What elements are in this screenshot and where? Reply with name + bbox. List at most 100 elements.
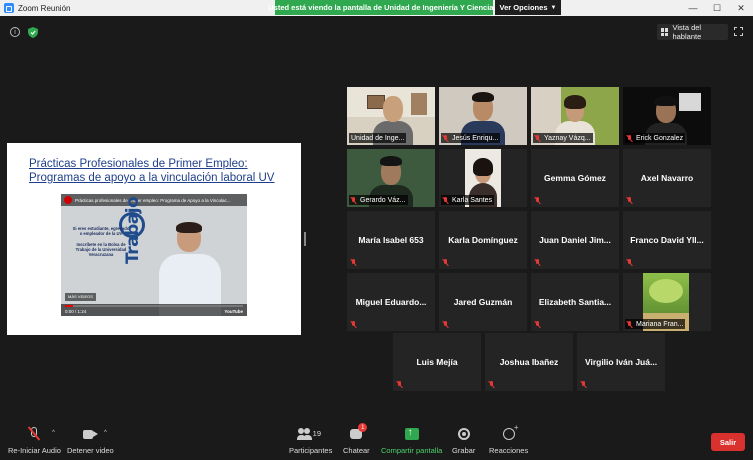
stop-video-label: Detener video [67,446,114,455]
speaker-view-button[interactable]: Vista del hablante [657,23,728,41]
participant-tile[interactable]: Juan Daniel Jim... [531,211,619,269]
participant-name: Mariana Fran... [625,319,686,329]
chat-unread-badge: 1 [358,423,368,432]
shared-screen: Prácticas Profesionales de Primer Empleo… [7,143,301,335]
share-screen-button[interactable]: Compartir pantalla [381,427,442,455]
participant-name: Unidad de Inge... [349,133,407,143]
mic-muted-icon [627,134,633,142]
splitter-handle[interactable] [304,232,306,246]
maximize-button[interactable]: ☐ [705,0,729,16]
video-presenter [159,222,221,316]
video-text-1: Si eres estudiante, egresado o empleador… [72,226,130,236]
youtube-logo[interactable]: YouTube [224,309,243,314]
slide-title[interactable]: Prácticas Profesionales de Primer Empleo… [29,157,289,185]
channel-icon [64,196,72,204]
participant-name: Jared Guzmán [453,297,513,307]
leave-button[interactable]: Salir [711,433,745,451]
participant-name: Miguel Eduardo... [355,297,427,307]
participants-icon: 19 [296,427,326,442]
video-controls[interactable]: 0:00 / 1:24 YouTube [61,304,247,316]
restart-audio-label: Re-Iniciar Audio [8,446,61,455]
slide-title-line2: Programas de apoyo a la vinculación labo… [29,172,275,184]
participant-tile[interactable]: Mariana Fran... [623,273,711,331]
mic-muted-icon [443,259,449,266]
participant-name: Erick Gonzalez [625,133,686,143]
window-controls: — ☐ ✕ [681,0,753,16]
participant-tile[interactable]: Joshua Ibañez [485,333,573,391]
participant-tile[interactable]: Jesús Enriqu... [439,87,527,145]
reactions-button[interactable]: Reacciones [489,423,529,455]
reactions-icon [501,423,519,442]
record-icon [456,427,472,442]
mic-muted-icon [397,381,403,388]
video-options-caret[interactable]: ^ [104,430,107,436]
fullscreen-icon[interactable] [734,27,743,36]
participant-name: Gemma Gómez [544,173,606,183]
more-videos-chip[interactable]: MÁS VIDEOS [65,293,96,301]
participants-button[interactable]: 19 Participantes [289,427,332,455]
participants-label: Participantes [289,446,333,455]
participant-name: Karla Domínguez [448,235,518,245]
minimize-button[interactable]: — [681,0,705,16]
participant-tile[interactable]: Franco David Yll... [623,211,711,269]
shield-icon[interactable] [28,27,38,38]
info-icon[interactable]: i [10,27,20,37]
participants-count: 19 [312,429,322,438]
record-button[interactable]: Grabar [452,427,475,455]
mic-muted-icon [535,134,541,142]
audio-options-caret[interactable]: ^ [52,430,55,436]
video-text-2: Inscríbete en la Bolsa de Trabajo de la … [75,242,127,257]
mic-muted-icon [443,196,449,204]
participant-tile[interactable]: Luis Mejía [393,333,481,391]
mic-muted-icon [581,381,587,388]
participant-name: Axel Navarro [640,173,694,183]
video-time: 0:00 / 1:24 [65,309,87,314]
video-text-block: Si eres estudiante, egresado o empleador… [71,226,131,257]
embedded-video[interactable]: Prácticas profesionales de primer empleo… [61,194,247,316]
grid-view-icon [661,28,669,36]
participant-name: Yaznay Vázq... [533,133,593,143]
window-title: Zoom Reunión [18,3,71,13]
mic-muted-icon [535,259,541,266]
chat-icon: 1 [348,423,368,442]
zoom-app-icon [4,3,14,13]
share-banner: Usted está viendo la pantalla de Unidad … [268,0,500,15]
participant-tile[interactable]: Elizabeth Santia... [531,273,619,331]
participant-tile[interactable]: Virgilio Iván Juá... [577,333,665,391]
reactions-label: Reacciones [489,446,529,455]
chevron-down-icon: ▼ [550,4,557,11]
participant-name: Luis Mejía [416,357,458,367]
participant-tile[interactable]: Erick Gonzalez [623,87,711,145]
share-screen-label: Compartir pantalla [381,446,443,455]
share-screen-icon [404,427,420,442]
participant-tile[interactable]: Unidad de Inge... [347,87,435,145]
view-options-button[interactable]: Ver Opciones ▼ [495,0,561,15]
participant-tile[interactable]: Gerardo Váz... [347,149,435,207]
participant-name: Karla Santes [441,195,495,205]
participant-tile[interactable]: Miguel Eduardo... [347,273,435,331]
mic-muted-icon [489,381,495,388]
mic-muted-icon [627,197,633,204]
mic-muted-icon [443,134,449,142]
participant-name: Elizabeth Santia... [538,297,612,307]
participant-tile[interactable]: María Isabel 653 [347,211,435,269]
participant-tile[interactable]: Axel Navarro [623,149,711,207]
mic-muted-icon [351,259,357,266]
chat-button[interactable]: 1 Chatear [343,423,370,455]
participant-tile[interactable]: Gemma Gómez [531,149,619,207]
video-title: Prácticas profesionales de primer empleo… [75,197,231,203]
mic-muted-icon [351,321,357,328]
mic-muted-icon [443,321,449,328]
participant-tile[interactable]: Jared Guzmán [439,273,527,331]
mic-muted-icon [535,321,541,328]
video-progress-bar[interactable] [65,305,243,307]
participant-tile[interactable]: Yaznay Vázq... [531,87,619,145]
video-header: Prácticas profesionales de primer empleo… [61,194,247,206]
mic-muted-icon [535,197,541,204]
slide-title-line1: Prácticas Profesionales de Primer Empleo… [29,158,248,170]
mic-muted-icon [26,426,42,442]
participant-tile[interactable]: Karla Domínguez [439,211,527,269]
participant-name: Gerardo Váz... [349,195,408,205]
participant-tile[interactable]: Karla Santes [439,149,527,207]
close-button[interactable]: ✕ [729,0,753,16]
